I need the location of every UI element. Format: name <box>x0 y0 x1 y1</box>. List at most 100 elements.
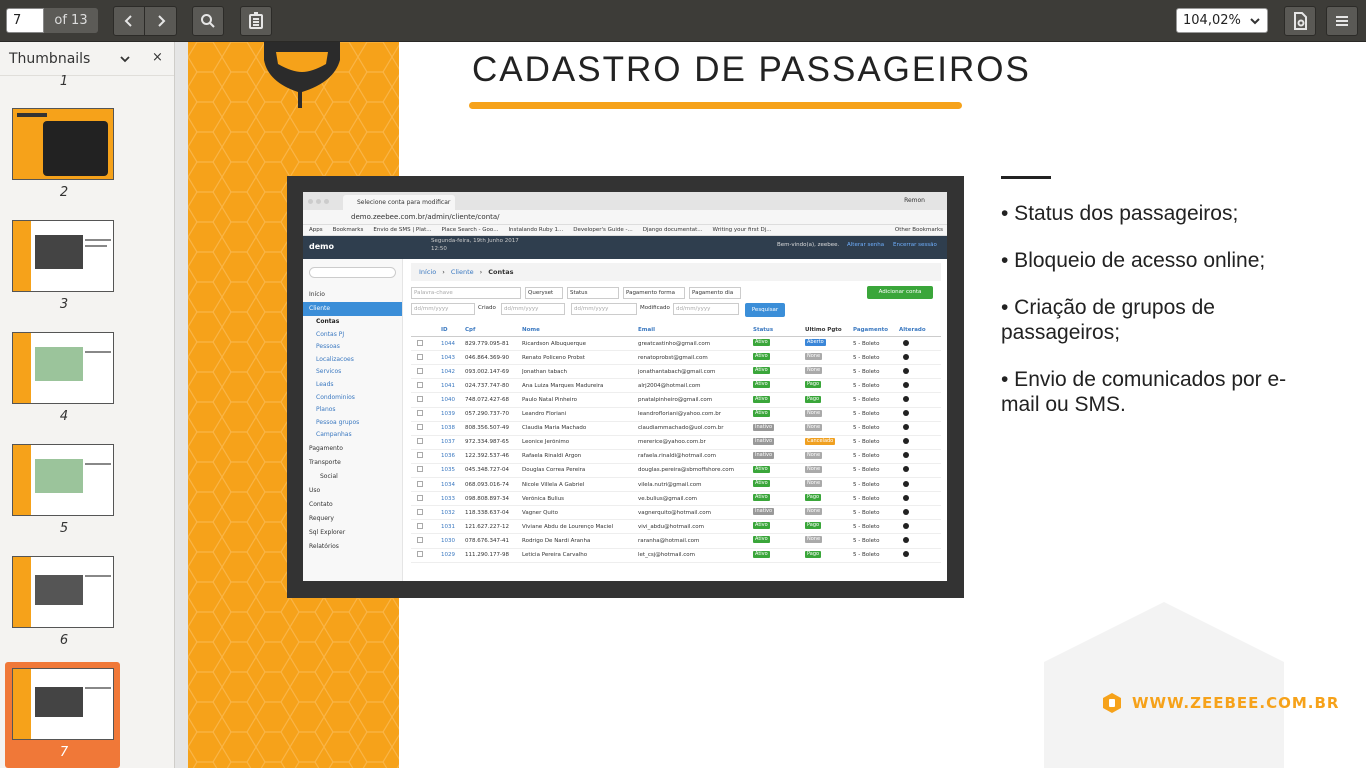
cell-id[interactable]: 1043 <box>441 355 465 361</box>
admin-menu-item[interactable]: Pessoa grupos <box>303 417 402 430</box>
breadcrumb-item[interactable]: Cliente <box>451 263 474 281</box>
row-checkbox[interactable] <box>411 410 441 418</box>
cell-id[interactable]: 1039 <box>441 411 465 417</box>
history-icon[interactable] <box>899 536 929 545</box>
cell-id[interactable]: 1033 <box>441 496 465 502</box>
filter-select[interactable]: Queryset <box>525 287 563 299</box>
admin-menu-item[interactable]: Leads <box>303 379 402 392</box>
admin-menu-item[interactable]: Campanhas <box>303 429 402 442</box>
add-account-button[interactable]: Adicionar conta <box>867 286 933 299</box>
admin-menu-item[interactable]: Contas PJ <box>303 329 402 342</box>
row-checkbox[interactable] <box>411 536 441 545</box>
admin-menu-item[interactable]: Servicos <box>303 366 402 379</box>
cell-id[interactable]: 1035 <box>441 467 465 473</box>
thumbnail-page-4[interactable] <box>12 332 114 404</box>
cell-id[interactable]: 1030 <box>441 538 465 544</box>
date-from-input[interactable]: dd/mm/yyyy <box>411 303 475 315</box>
modified-to-input[interactable]: dd/mm/yyyy <box>673 303 739 315</box>
history-icon[interactable] <box>899 452 929 460</box>
next-page-button[interactable] <box>145 7 176 35</box>
column-header[interactable]: Alterado <box>899 327 929 333</box>
table-row[interactable]: 1038 808.356.507-49 Claudia Maria Machado c… <box>411 422 941 436</box>
table-row[interactable]: 1042 093.002.147-69 Jonathan tabach jonatha… <box>411 365 941 380</box>
row-checkbox[interactable] <box>411 494 441 503</box>
history-icon[interactable] <box>899 522 929 531</box>
table-row[interactable]: 1029 111.290.177-98 Leticia Pereira Carval… <box>411 549 941 563</box>
admin-logout-link[interactable]: Encerrar sessão <box>893 242 937 248</box>
history-icon[interactable] <box>899 466 929 474</box>
admin-menu-cliente[interactable]: Cliente <box>303 302 402 316</box>
table-row[interactable]: 1030 078.676.347-41 Rodrigo De Nardi Aranh… <box>411 534 941 549</box>
row-checkbox[interactable] <box>411 522 441 531</box>
filter-select[interactable]: Pagamento forma <box>623 287 685 299</box>
column-header[interactable]: Nome <box>522 327 638 333</box>
history-icon[interactable] <box>899 494 929 503</box>
column-header[interactable]: ID <box>441 327 465 333</box>
thumbnail-page-2[interactable] <box>12 108 114 180</box>
table-row[interactable]: 1041 024.737.747-80 Ana Luiza Marques Madu… <box>411 379 941 394</box>
table-row[interactable]: 1034 068.093.016-74 Nicole Villela A Gabri… <box>411 478 941 493</box>
document-properties-button[interactable] <box>1284 6 1316 36</box>
cell-id[interactable]: 1032 <box>441 510 465 516</box>
row-checkbox[interactable] <box>411 466 441 474</box>
row-checkbox[interactable] <box>411 381 441 390</box>
row-checkbox[interactable] <box>411 508 441 517</box>
annotations-button[interactable] <box>240 6 272 36</box>
cell-id[interactable]: 1029 <box>441 552 465 558</box>
modified-from-input[interactable]: dd/mm/yyyy <box>571 303 637 315</box>
row-checkbox[interactable] <box>411 353 441 362</box>
thumbnail-page-5[interactable] <box>12 444 114 516</box>
admin-menu-item[interactable]: Requery <box>303 512 402 526</box>
table-row[interactable]: 1036 122.392.537-46 Rafaela Rinaldi Argon r… <box>411 450 941 464</box>
admin-menu-item[interactable]: Social <box>303 470 402 484</box>
admin-menu-item[interactable]: Uso <box>303 484 402 498</box>
history-icon[interactable] <box>899 381 929 390</box>
row-checkbox[interactable] <box>411 438 441 446</box>
cell-id[interactable]: 1031 <box>441 524 465 530</box>
cell-id[interactable]: 1037 <box>441 439 465 445</box>
breadcrumb-item[interactable]: Início <box>419 263 436 281</box>
history-icon[interactable] <box>899 410 929 418</box>
admin-sidebar-search[interactable] <box>309 267 396 278</box>
column-header[interactable]: Status <box>753 327 805 333</box>
admin-menu-item[interactable]: Condominios <box>303 392 402 405</box>
cell-id[interactable]: 1041 <box>441 383 465 389</box>
row-checkbox[interactable] <box>411 367 441 376</box>
history-icon[interactable] <box>899 424 929 432</box>
column-header[interactable]: Pagamento <box>853 327 899 333</box>
history-icon[interactable] <box>899 480 929 489</box>
history-icon[interactable] <box>899 396 929 404</box>
table-row[interactable]: 1031 121.627.227-12 Viviane Abdu de Louren… <box>411 520 941 535</box>
table-row[interactable]: 1039 057.290.737-70 Leandro Floriani leandr… <box>411 408 941 422</box>
history-icon[interactable] <box>899 367 929 376</box>
admin-menu-item[interactable]: Planos <box>303 404 402 417</box>
admin-menu-item[interactable]: Transporte <box>303 456 402 470</box>
table-row[interactable]: 1043 046.864.369-90 Renato Policeno Probst… <box>411 351 941 366</box>
cell-id[interactable]: 1042 <box>441 369 465 375</box>
date-to-input[interactable]: dd/mm/yyyy <box>501 303 565 315</box>
page-number-input[interactable] <box>6 8 44 33</box>
history-icon[interactable] <box>899 551 929 559</box>
thumbnail-page-6[interactable] <box>12 556 114 628</box>
table-row[interactable]: 1037 972.334.987-65 Leonice Jerônimo mereri… <box>411 436 941 450</box>
history-icon[interactable] <box>899 339 929 348</box>
zoom-select[interactable]: 104,02% <box>1176 8 1268 33</box>
column-header[interactable]: Email <box>638 327 753 333</box>
search-button[interactable] <box>192 6 224 36</box>
column-header[interactable]: Cpf <box>465 327 522 333</box>
cell-id[interactable]: 1044 <box>441 341 465 347</box>
cell-id[interactable]: 1036 <box>441 453 465 459</box>
chevron-down-icon[interactable] <box>119 54 131 64</box>
row-checkbox[interactable] <box>411 551 441 559</box>
row-checkbox[interactable] <box>411 424 441 432</box>
admin-menu-item[interactable]: Localizacoes <box>303 354 402 367</box>
admin-change-password-link[interactable]: Alterar senha <box>847 242 884 248</box>
keyword-input[interactable]: Palavra-chave <box>411 287 521 299</box>
cell-id[interactable]: 1034 <box>441 482 465 488</box>
history-icon[interactable] <box>899 353 929 362</box>
table-row[interactable]: 1044 829.779.095-81 Ricardson Albuquerque g… <box>411 337 941 352</box>
filter-select[interactable]: Status <box>567 287 619 299</box>
menu-button[interactable] <box>1326 6 1358 36</box>
close-icon[interactable]: × <box>152 50 163 65</box>
admin-menu-item[interactable]: Contato <box>303 498 402 512</box>
